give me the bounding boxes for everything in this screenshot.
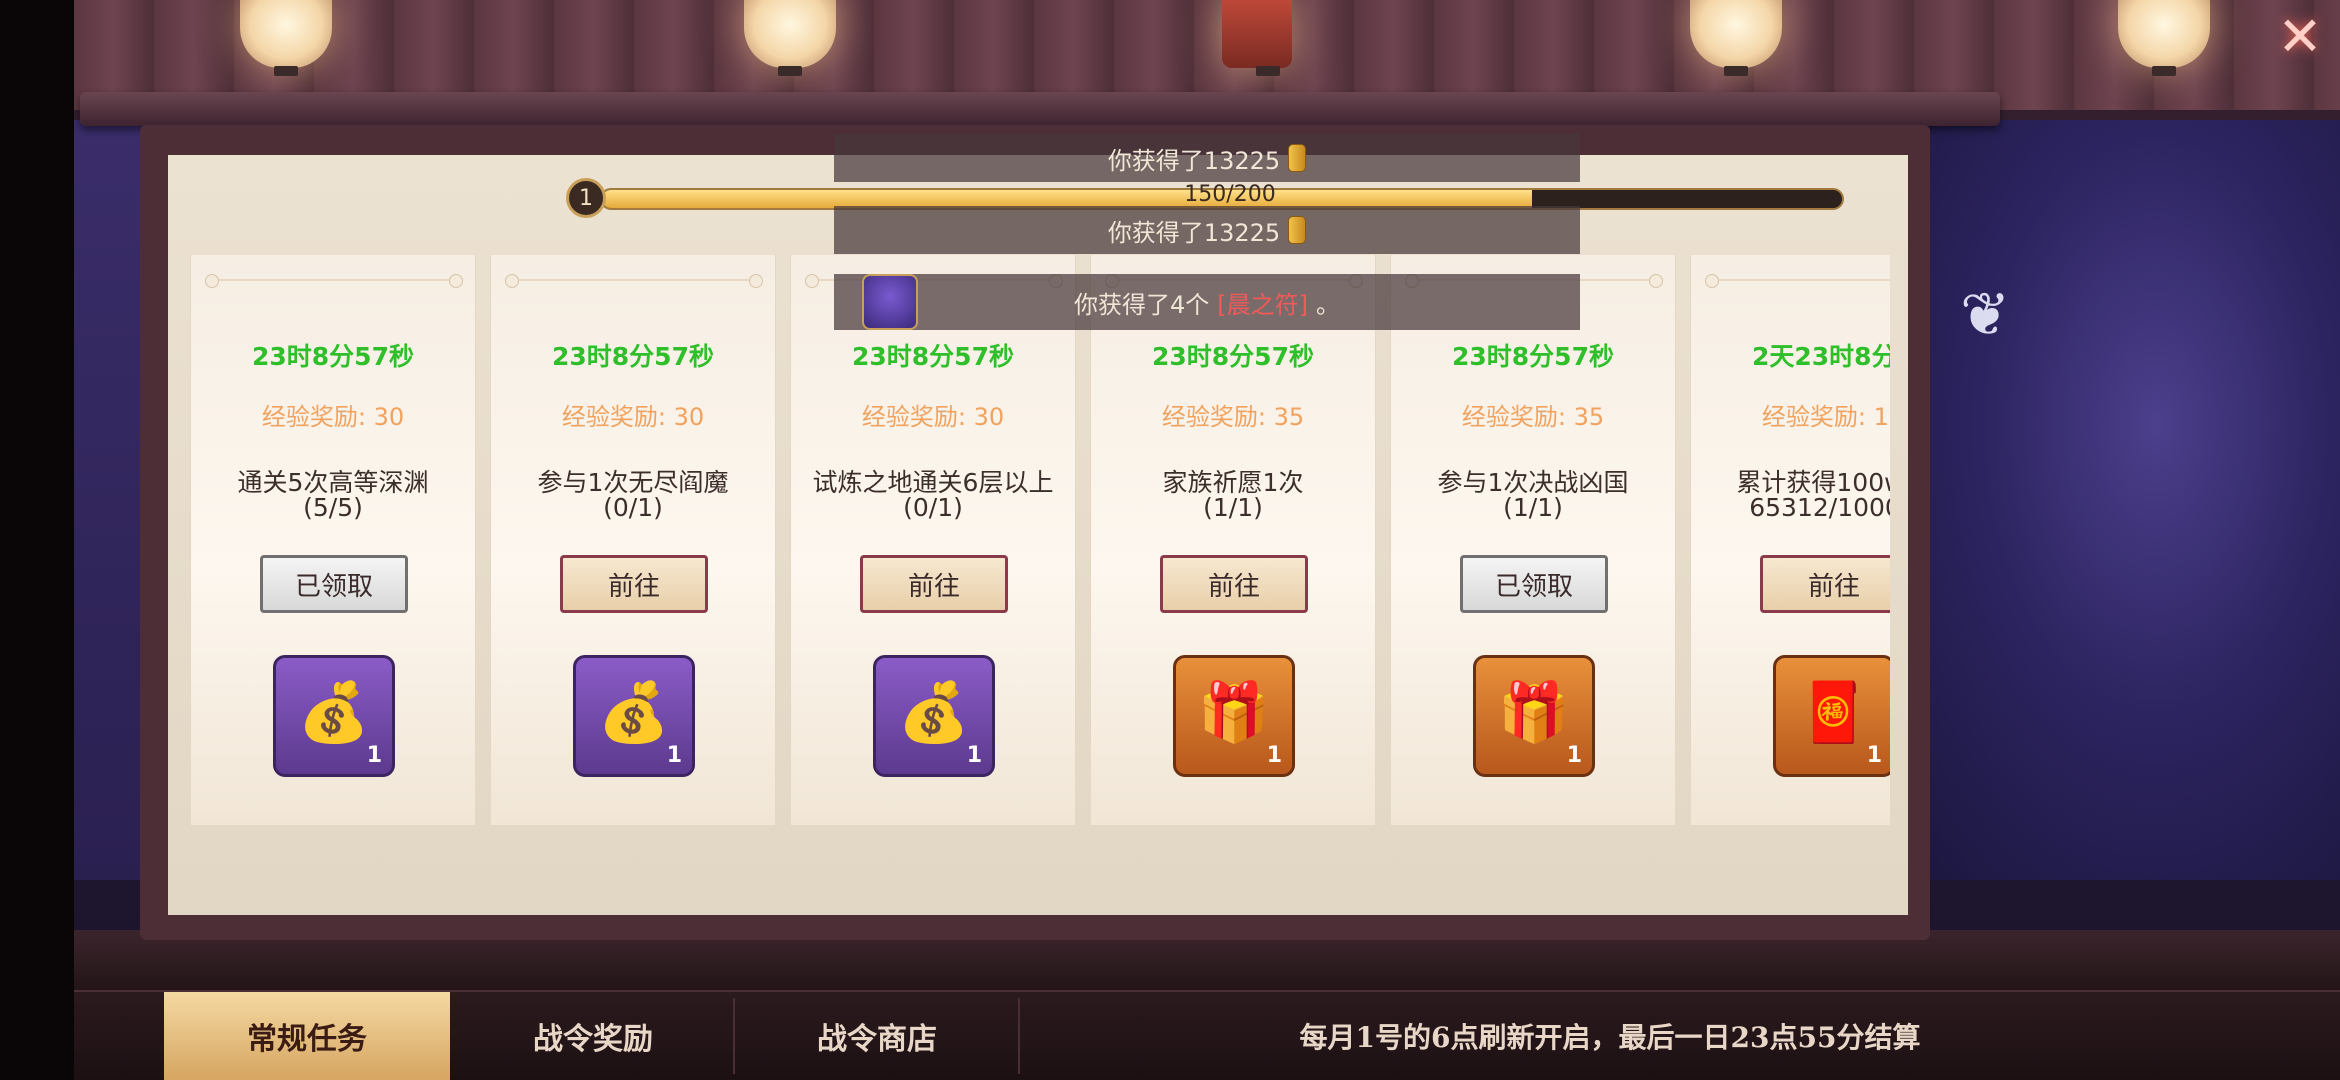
night-sky-background <box>1880 120 2340 880</box>
reward-quantity: 1 <box>666 743 682 768</box>
task-timer: 2天23时8分5 <box>1752 342 1890 371</box>
task-card: 23时8分57秒 经验奖励: 30 试炼之地通关6层以上 (0/1) 前往 💰 1 <box>790 255 1076 825</box>
task-card: 23时8分57秒 经验奖励: 30 参与1次无尽阎魔 (0/1) 前往 💰 1 <box>490 255 776 825</box>
task-progress-count: (5/5) <box>303 493 363 522</box>
task-card: 23时8分57秒 经验奖励: 35 家族祈愿1次 (1/1) 前往 🎁 1 <box>1090 255 1376 825</box>
reward-item[interactable]: 💰 1 <box>573 655 695 777</box>
progress-text: 150/200 <box>1184 182 1276 207</box>
task-timer: 23时8分57秒 <box>552 342 714 371</box>
task-progress-count: 65312/10000 <box>1749 493 1890 522</box>
gift-box-icon: 🎁 <box>1497 678 1571 746</box>
reward-quantity: 1 <box>1266 743 1282 768</box>
refresh-notice: 每月1号的6点刷新开启，最后一日23点55分结算 <box>1299 1021 1921 1054</box>
go-button[interactable]: 前往 <box>1760 555 1890 613</box>
roof-beam <box>80 92 2000 126</box>
task-exp-reward: 经验奖励: 35 <box>1161 403 1305 431</box>
claimed-button[interactable]: 已领取 <box>260 555 408 613</box>
task-timer: 23时8分57秒 <box>1452 342 1614 371</box>
coin-icon <box>1288 144 1307 172</box>
claimed-button[interactable]: 已领取 <box>1460 555 1608 613</box>
reward-toast: 你获得了13225 <box>834 134 1580 182</box>
task-progress-count: (1/1) <box>1203 493 1263 522</box>
card-rail <box>505 274 763 288</box>
tab-regular-tasks[interactable]: 常规任务 <box>164 992 450 1080</box>
task-timer: 23时8分57秒 <box>252 342 414 371</box>
reward-toast: 你获得了4个 [晨之符] 。 <box>834 274 1580 330</box>
go-button[interactable]: 前往 <box>1160 555 1308 613</box>
reward-item[interactable]: 💰 1 <box>873 655 995 777</box>
charm-item-icon <box>862 274 918 330</box>
task-exp-reward: 经验奖励: 30 <box>861 403 1005 431</box>
task-progress-count: (1/1) <box>1503 493 1563 522</box>
tab-battlepass-shop[interactable]: 战令商店 <box>736 992 1018 1080</box>
left-letterbox <box>0 0 74 1080</box>
tab-divider <box>1018 998 1020 1074</box>
level-badge: 1 <box>566 178 606 218</box>
toast-text: 你获得了4个 <box>1073 290 1210 319</box>
task-exp-reward: 经验奖励: 30 <box>561 403 705 431</box>
task-card: 2天23时8分5经验奖励: 10累计获得100w金65312/10000前往🧧1 <box>1690 255 1890 825</box>
task-timer: 23时8分57秒 <box>1152 342 1314 371</box>
task-exp-reward: 经验奖励: 35 <box>1461 403 1605 431</box>
go-button[interactable]: 前往 <box>860 555 1008 613</box>
reward-item[interactable]: 💰 1 <box>273 655 395 777</box>
money-bag-icon: 💰 <box>897 678 971 746</box>
butterfly-icon: ❦ <box>1960 280 2011 350</box>
task-exp-reward: 经验奖励: 30 <box>261 403 405 431</box>
lantern-icon <box>744 0 836 76</box>
task-timer: 23时8分57秒 <box>852 342 1014 371</box>
close-icon: ✕ <box>2277 4 2323 68</box>
lantern-icon <box>2118 0 2210 76</box>
toast-text: 你获得了13225 <box>1107 146 1281 175</box>
reward-item[interactable]: 🧧 1 <box>1773 655 1890 777</box>
card-rail <box>1705 274 1890 288</box>
money-bag-icon: 💰 <box>597 678 671 746</box>
reward-item[interactable]: 🎁 1 <box>1473 655 1595 777</box>
reward-item[interactable]: 🎁 1 <box>1173 655 1295 777</box>
lantern-icon <box>240 0 332 76</box>
task-exp-reward: 经验奖励: 10 <box>1761 403 1890 431</box>
reward-quantity: 1 <box>966 743 982 768</box>
task-card: 23时8分57秒 经验奖励: 30 通关5次高等深渊 (5/5) 已领取 💰 1 <box>190 255 476 825</box>
task-card: 23时8分57秒 经验奖励: 35 参与1次决战凶国 (1/1) 已领取 🎁 1 <box>1390 255 1676 825</box>
lantern-icon <box>1690 0 1782 76</box>
toast-text: 你获得了13225 <box>1107 218 1281 247</box>
gold-pack-icon: 🧧 <box>1797 678 1871 746</box>
task-progress-count: (0/1) <box>903 493 963 522</box>
reward-quantity: 1 <box>366 743 382 768</box>
reward-toast: 你获得了13225 <box>834 206 1580 254</box>
close-button[interactable]: ✕ <box>2270 4 2330 68</box>
lantern-icon <box>1222 0 1292 76</box>
gift-box-icon: 🎁 <box>1197 678 1271 746</box>
go-button[interactable]: 前往 <box>560 555 708 613</box>
reward-quantity: 1 <box>1866 743 1882 768</box>
money-bag-icon: 💰 <box>297 678 371 746</box>
toast-item-name: [晨之符] <box>1217 290 1308 319</box>
reward-quantity: 1 <box>1566 743 1582 768</box>
task-progress-count: (0/1) <box>603 493 663 522</box>
task-list[interactable]: 23时8分57秒 经验奖励: 30 通关5次高等深渊 (5/5) 已领取 💰 1 23时8分5… <box>190 255 1890 825</box>
card-rail <box>205 274 463 288</box>
coin-icon <box>1288 216 1307 244</box>
game-screen: ❦ 1 150/200 23时8分57秒 经验奖励: 30 通关5次高等深渊 (5/5… <box>0 0 2340 1080</box>
toast-text-suffix: 。 <box>1316 290 1340 319</box>
tab-battlepass-rewards[interactable]: 战令奖励 <box>452 992 734 1080</box>
